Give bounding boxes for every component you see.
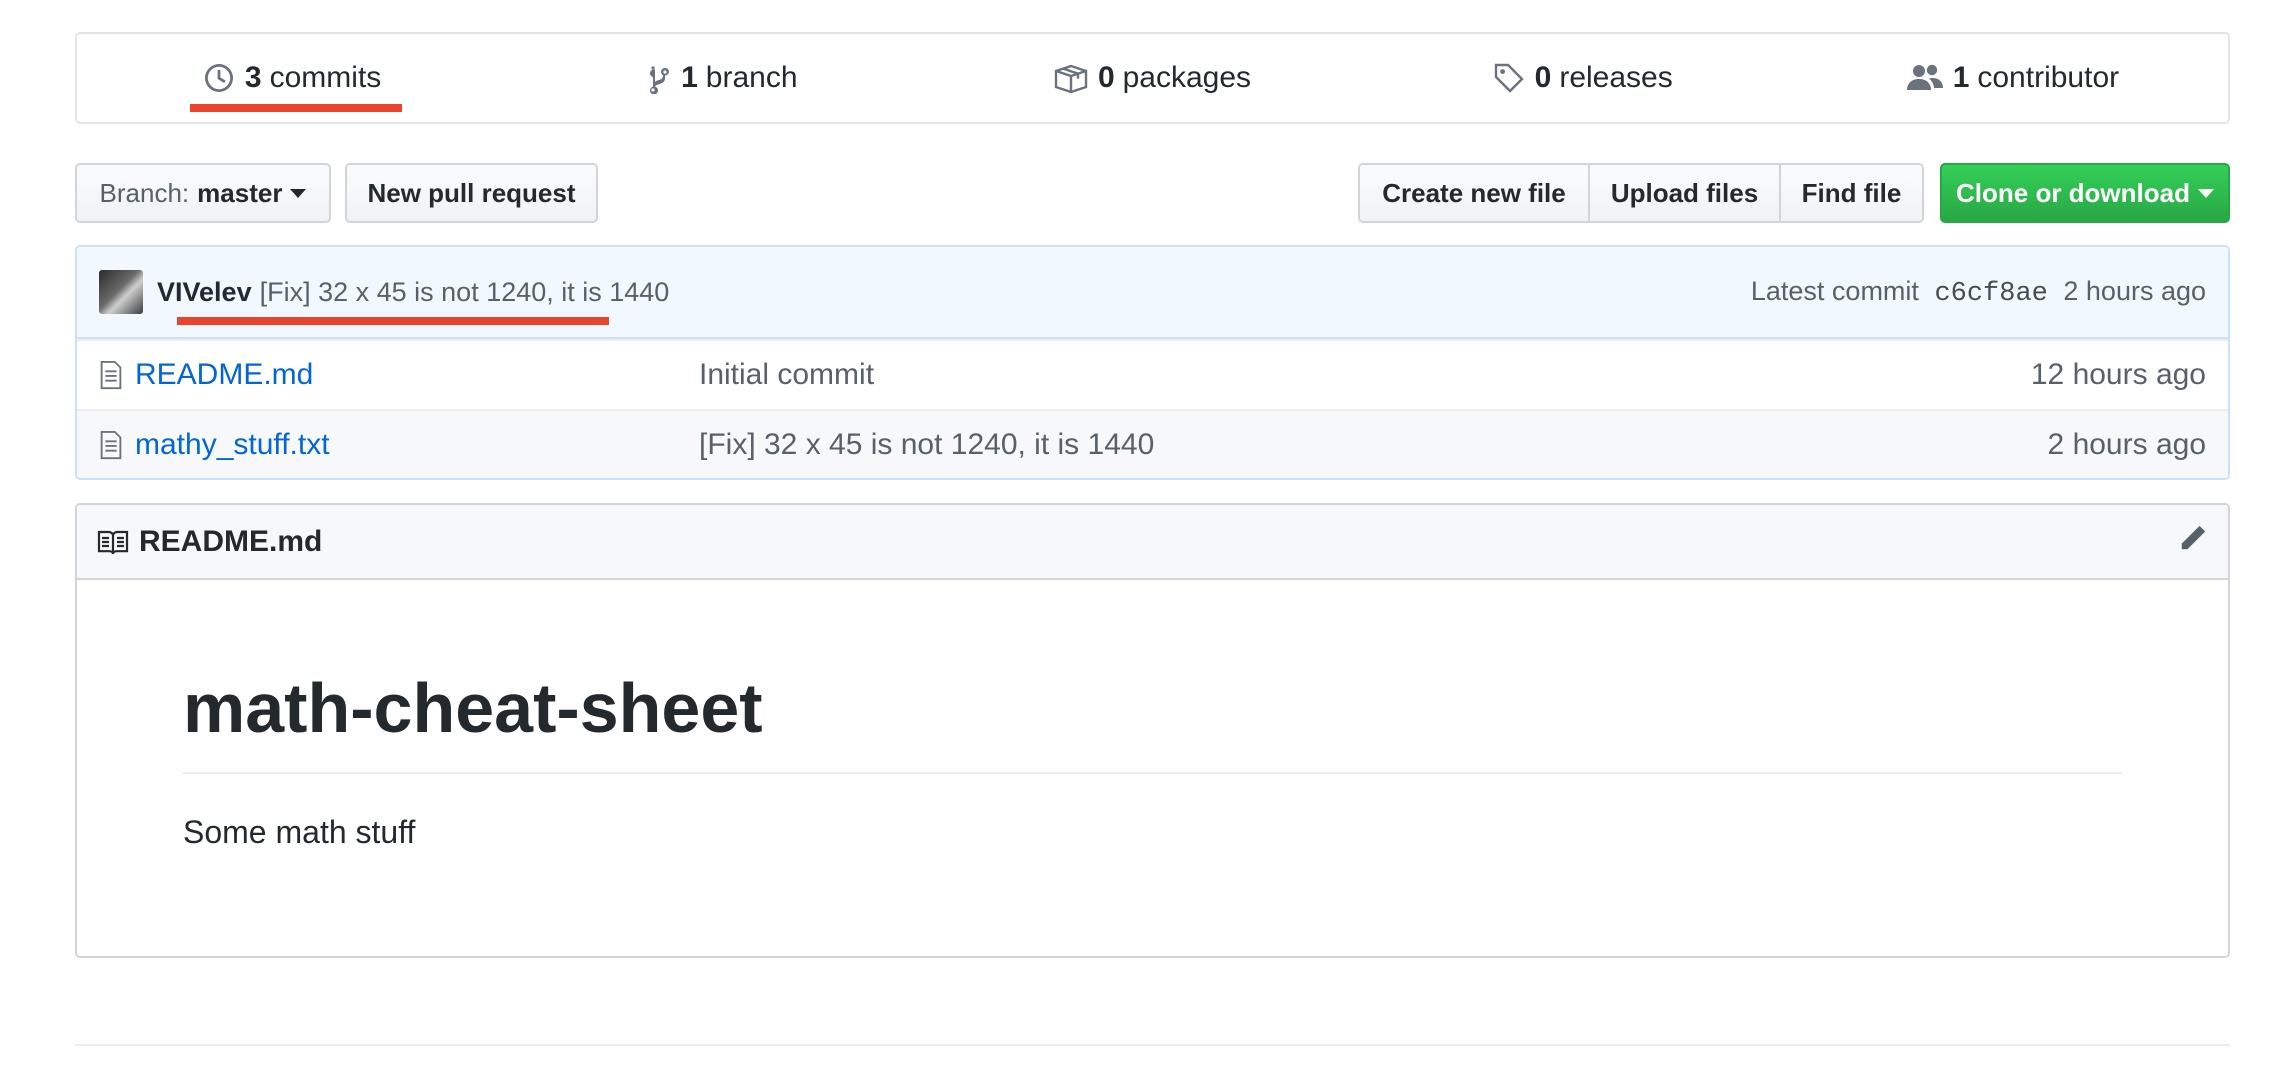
file-age: 2 hours ago — [2047, 428, 2206, 461]
branches-link[interactable]: 1 branch — [507, 34, 937, 122]
commit-author-link[interactable]: VIVelev — [157, 277, 252, 308]
clone-or-download-button[interactable]: Clone or download — [1940, 163, 2230, 223]
releases-link[interactable]: 0 releases — [1368, 34, 1798, 122]
branch-name: master — [197, 177, 283, 208]
branch-prefix-label: Branch: — [99, 177, 190, 208]
chevron-down-icon — [2198, 188, 2214, 198]
git-branch-icon — [647, 62, 671, 94]
branches-label: branch — [705, 61, 798, 94]
contributors-count: 1 — [1952, 61, 1970, 94]
history-icon — [203, 62, 235, 94]
contributors-link[interactable]: 1 contributor — [1798, 34, 2228, 122]
package-icon — [1054, 62, 1088, 94]
latest-commit-bar: VIVelev [Fix] 32 x 45 is not 1240, it is… — [77, 247, 2228, 339]
create-new-file-button[interactable]: Create new file — [1358, 163, 1590, 223]
commits-label: commits — [269, 61, 382, 94]
branch-select-button[interactable]: Branch: master — [75, 163, 331, 223]
commit-age: 2 hours ago — [2063, 275, 2206, 306]
table-row: README.md Initial commit 12 hours ago — [77, 339, 2228, 409]
releases-count: 0 — [1534, 61, 1552, 94]
branches-count: 1 — [681, 61, 698, 94]
readme-header: README.md — [77, 505, 2228, 580]
commit-sha-link[interactable]: c6cf8ae — [1934, 279, 2047, 309]
file-commit-message[interactable]: Initial commit — [699, 358, 2031, 392]
readme-panel: README.md math-cheat-sheet Some math stu… — [75, 503, 2230, 958]
packages-label: packages — [1122, 61, 1252, 94]
upload-files-button[interactable]: Upload files — [1588, 163, 1781, 223]
file-age: 12 hours ago — [2030, 358, 2206, 391]
file-name-link[interactable]: README.md — [135, 358, 699, 392]
table-row: mathy_stuff.txt [Fix] 32 x 45 is not 124… — [77, 409, 2228, 478]
footer-divider — [75, 1044, 2230, 1046]
commit-message-annotation-underline — [177, 317, 609, 325]
commits-count: 3 — [244, 61, 262, 94]
contributors-label: contributor — [1977, 61, 2120, 94]
file-name-link[interactable]: mathy_stuff.txt — [135, 428, 699, 462]
file-commit-message[interactable]: [Fix] 32 x 45 is not 1240, it is 1440 — [699, 428, 2048, 462]
file-navigation: VIVelev [Fix] 32 x 45 is not 1240, it is… — [75, 245, 2230, 480]
file-icon — [99, 360, 123, 390]
people-icon — [1906, 62, 1943, 94]
new-pull-request-button[interactable]: New pull request — [345, 163, 598, 223]
readme-title: math-cheat-sheet — [183, 668, 2122, 774]
pencil-icon[interactable] — [2178, 523, 2208, 561]
packages-count: 0 — [1097, 61, 1115, 94]
tag-icon — [1493, 62, 1525, 94]
latest-commit-label: Latest commit — [1750, 275, 1919, 306]
avatar[interactable] — [99, 270, 143, 314]
readme-content: math-cheat-sheet Some math stuff — [77, 580, 2228, 851]
find-file-button[interactable]: Find file — [1779, 163, 1924, 223]
commit-message-link[interactable]: [Fix] 32 x 45 is not 1240, it is 1440 — [260, 277, 670, 308]
readme-paragraph: Some math stuff — [183, 814, 416, 850]
file-icon — [99, 430, 123, 460]
latest-commit-info: Latest commit c6cf8ae 2 hours ago — [1751, 276, 2206, 309]
chevron-down-icon — [290, 188, 307, 198]
packages-link[interactable]: 0 packages — [937, 34, 1367, 122]
book-icon — [97, 528, 129, 556]
clone-or-download-label: Clone or download — [1956, 177, 2190, 208]
releases-label: releases — [1559, 61, 1673, 94]
commits-annotation-underline — [190, 104, 402, 112]
readme-filename: README.md — [139, 524, 323, 558]
